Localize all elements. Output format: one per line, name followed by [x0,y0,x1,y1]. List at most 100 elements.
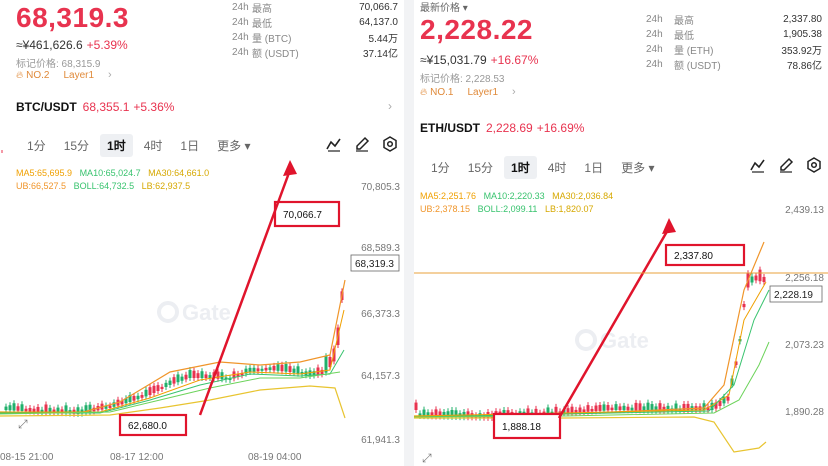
eth-pair-name: ETH/USDT [420,121,480,135]
stat-period: 24h [232,17,249,28]
stat-value: 1,905.38 [783,29,822,40]
stat-label: 最高 [674,16,694,27]
btc-cny-price: ≈¥461,626.6 +5.39% [16,38,128,52]
candlestick-body [136,395,140,400]
stat-value: 353.92万 [781,46,822,57]
candlestick-body [108,405,112,408]
bollinger-upper-band [414,241,765,417]
stat-row: 24h 最低 64,137.0 [232,15,398,30]
eth-candlestick-chart[interactable]: Gate 2,439.13 2,256.18 2,073.23 1,890.28 2,22… [414,170,828,466]
stat-row: 24h 量 (BTC) 5.44万 [232,30,398,45]
eth-tag-layer1[interactable]: Layer1 [467,87,498,98]
candlestick-body [180,376,184,381]
candlestick-body [192,370,196,378]
chevron-right-icon[interactable]: › [108,69,112,81]
bollinger-lower-band [414,416,767,453]
eth-pair-row[interactable]: ETH/USDT 2,228.69 +16.69% [420,121,584,135]
annotation-arrow-head [283,160,297,176]
watermark-gate-logo: Gate [182,300,231,325]
candlestick-body [288,366,292,372]
annotation-high-value: 2,337.80 [674,251,713,262]
candlestick-body [268,367,272,370]
x-axis-tick-label: 08-17 12:00 [110,452,164,463]
btc-tag-layer1[interactable]: Layer1 [63,70,94,81]
eth-change-percent: +16.67% [490,53,539,67]
eth-pair-change: +16.69% [536,121,585,135]
candlestick-body [248,367,252,372]
btc-candlestick-chart[interactable]: Gate 70,805.3 68,589.3 66,373.3 64,157.3 61,9… [0,150,404,466]
y-axis-tick-label: 66,373.3 [361,309,400,320]
eth-pair-price: 2,228.69 [486,121,533,135]
stat-period: 24h [646,59,663,70]
candlestick-body [686,403,690,411]
eth-tags: 🔥︎ NO.1 Layer1 › [420,86,516,98]
candlestick-body [140,395,144,398]
candlestick-body [272,365,276,371]
stat-period: 24h [646,14,663,25]
candlestick-body [578,407,582,413]
annotation-low-value: 1,888.18 [502,422,541,433]
candlestick-body [132,395,136,401]
candlestick-body [20,404,24,411]
watermark-gate-logo: Gate [600,328,649,353]
btc-last-price: 68,319.3 [16,2,129,33]
flame-icon: 🔥︎ [16,69,24,81]
candlestick-body [626,406,630,411]
candlestick-body [762,276,766,282]
candlestick-body [630,407,634,411]
stat-period: 24h [232,32,249,43]
x-axis-tick-label: 08-15 21:00 [0,452,54,463]
candlestick-body [144,389,148,397]
candlestick-body [252,367,256,372]
btc-pair-name: BTC/USDT [16,100,77,114]
candlestick-body [646,402,650,411]
btc-pair-row[interactable]: BTC/USDT 68,355.1 +5.36% [16,100,174,114]
eth-mark-price: 标记价格: 2,228.53 [420,74,505,85]
candlestick-body [570,406,574,413]
eth-cny-price: ≈¥15,031.79 +16.67% [420,53,538,67]
candlestick-body [200,371,204,378]
btc-rank-badge[interactable]: 🔥︎ NO.2 [16,70,49,81]
candlestick-body [618,406,622,411]
candlestick-body [742,303,746,308]
candlestick-body [296,366,300,374]
stat-label: 最高 [252,4,272,15]
stat-row: 24h 最高 70,066.7 [232,0,398,15]
candlestick-body [256,368,260,372]
y-axis-tick-label: 1,890.28 [785,407,824,418]
candlestick-body [264,367,268,371]
latest-price-dropdown[interactable]: 最新价格 ▾ [420,0,468,14]
candlestick-body [176,374,180,383]
watermark-gate-icon [157,301,179,323]
y-axis-tick-label: 64,157.3 [361,371,400,382]
candlestick-body [726,396,730,401]
stat-value: 70,066.7 [359,2,398,13]
ma10-line [0,349,345,414]
candlestick-body [276,364,280,371]
candlestick-body [168,380,172,385]
candlestick-body [614,404,618,411]
candlestick-body [634,402,638,411]
candlestick-body [208,375,212,378]
candlestick-body [280,364,284,372]
btc-tags: 🔥︎ NO.2 Layer1 › [16,69,112,81]
stat-value: 78.86亿 [786,61,822,72]
stat-value: 2,337.80 [783,14,822,25]
candlestick-body [24,408,28,412]
btc-rank-label: NO.2 [26,69,50,81]
candlestick-body [414,402,418,410]
chevron-right-icon[interactable]: › [388,99,392,113]
y-axis-tick-label: 2,073.23 [785,340,824,351]
stat-period: 24h [232,47,249,58]
expand-icon: ⤢ [421,451,432,465]
eth-rank-badge[interactable]: 🔥︎ NO.1 [420,87,453,98]
candlestick-body [594,405,598,412]
eth-last-price: 2,228.22 [420,14,533,45]
annotation-arrow-shaft [557,227,671,419]
btc-cny-value: ≈¥461,626.6 [16,38,83,52]
candlestick-body [602,404,606,411]
chevron-right-icon[interactable]: › [512,86,516,98]
stat-label: 最低 [252,19,272,30]
candlestick-body [574,409,578,413]
btc-mark-price: 标记价格: 68,315.9 [16,59,101,70]
